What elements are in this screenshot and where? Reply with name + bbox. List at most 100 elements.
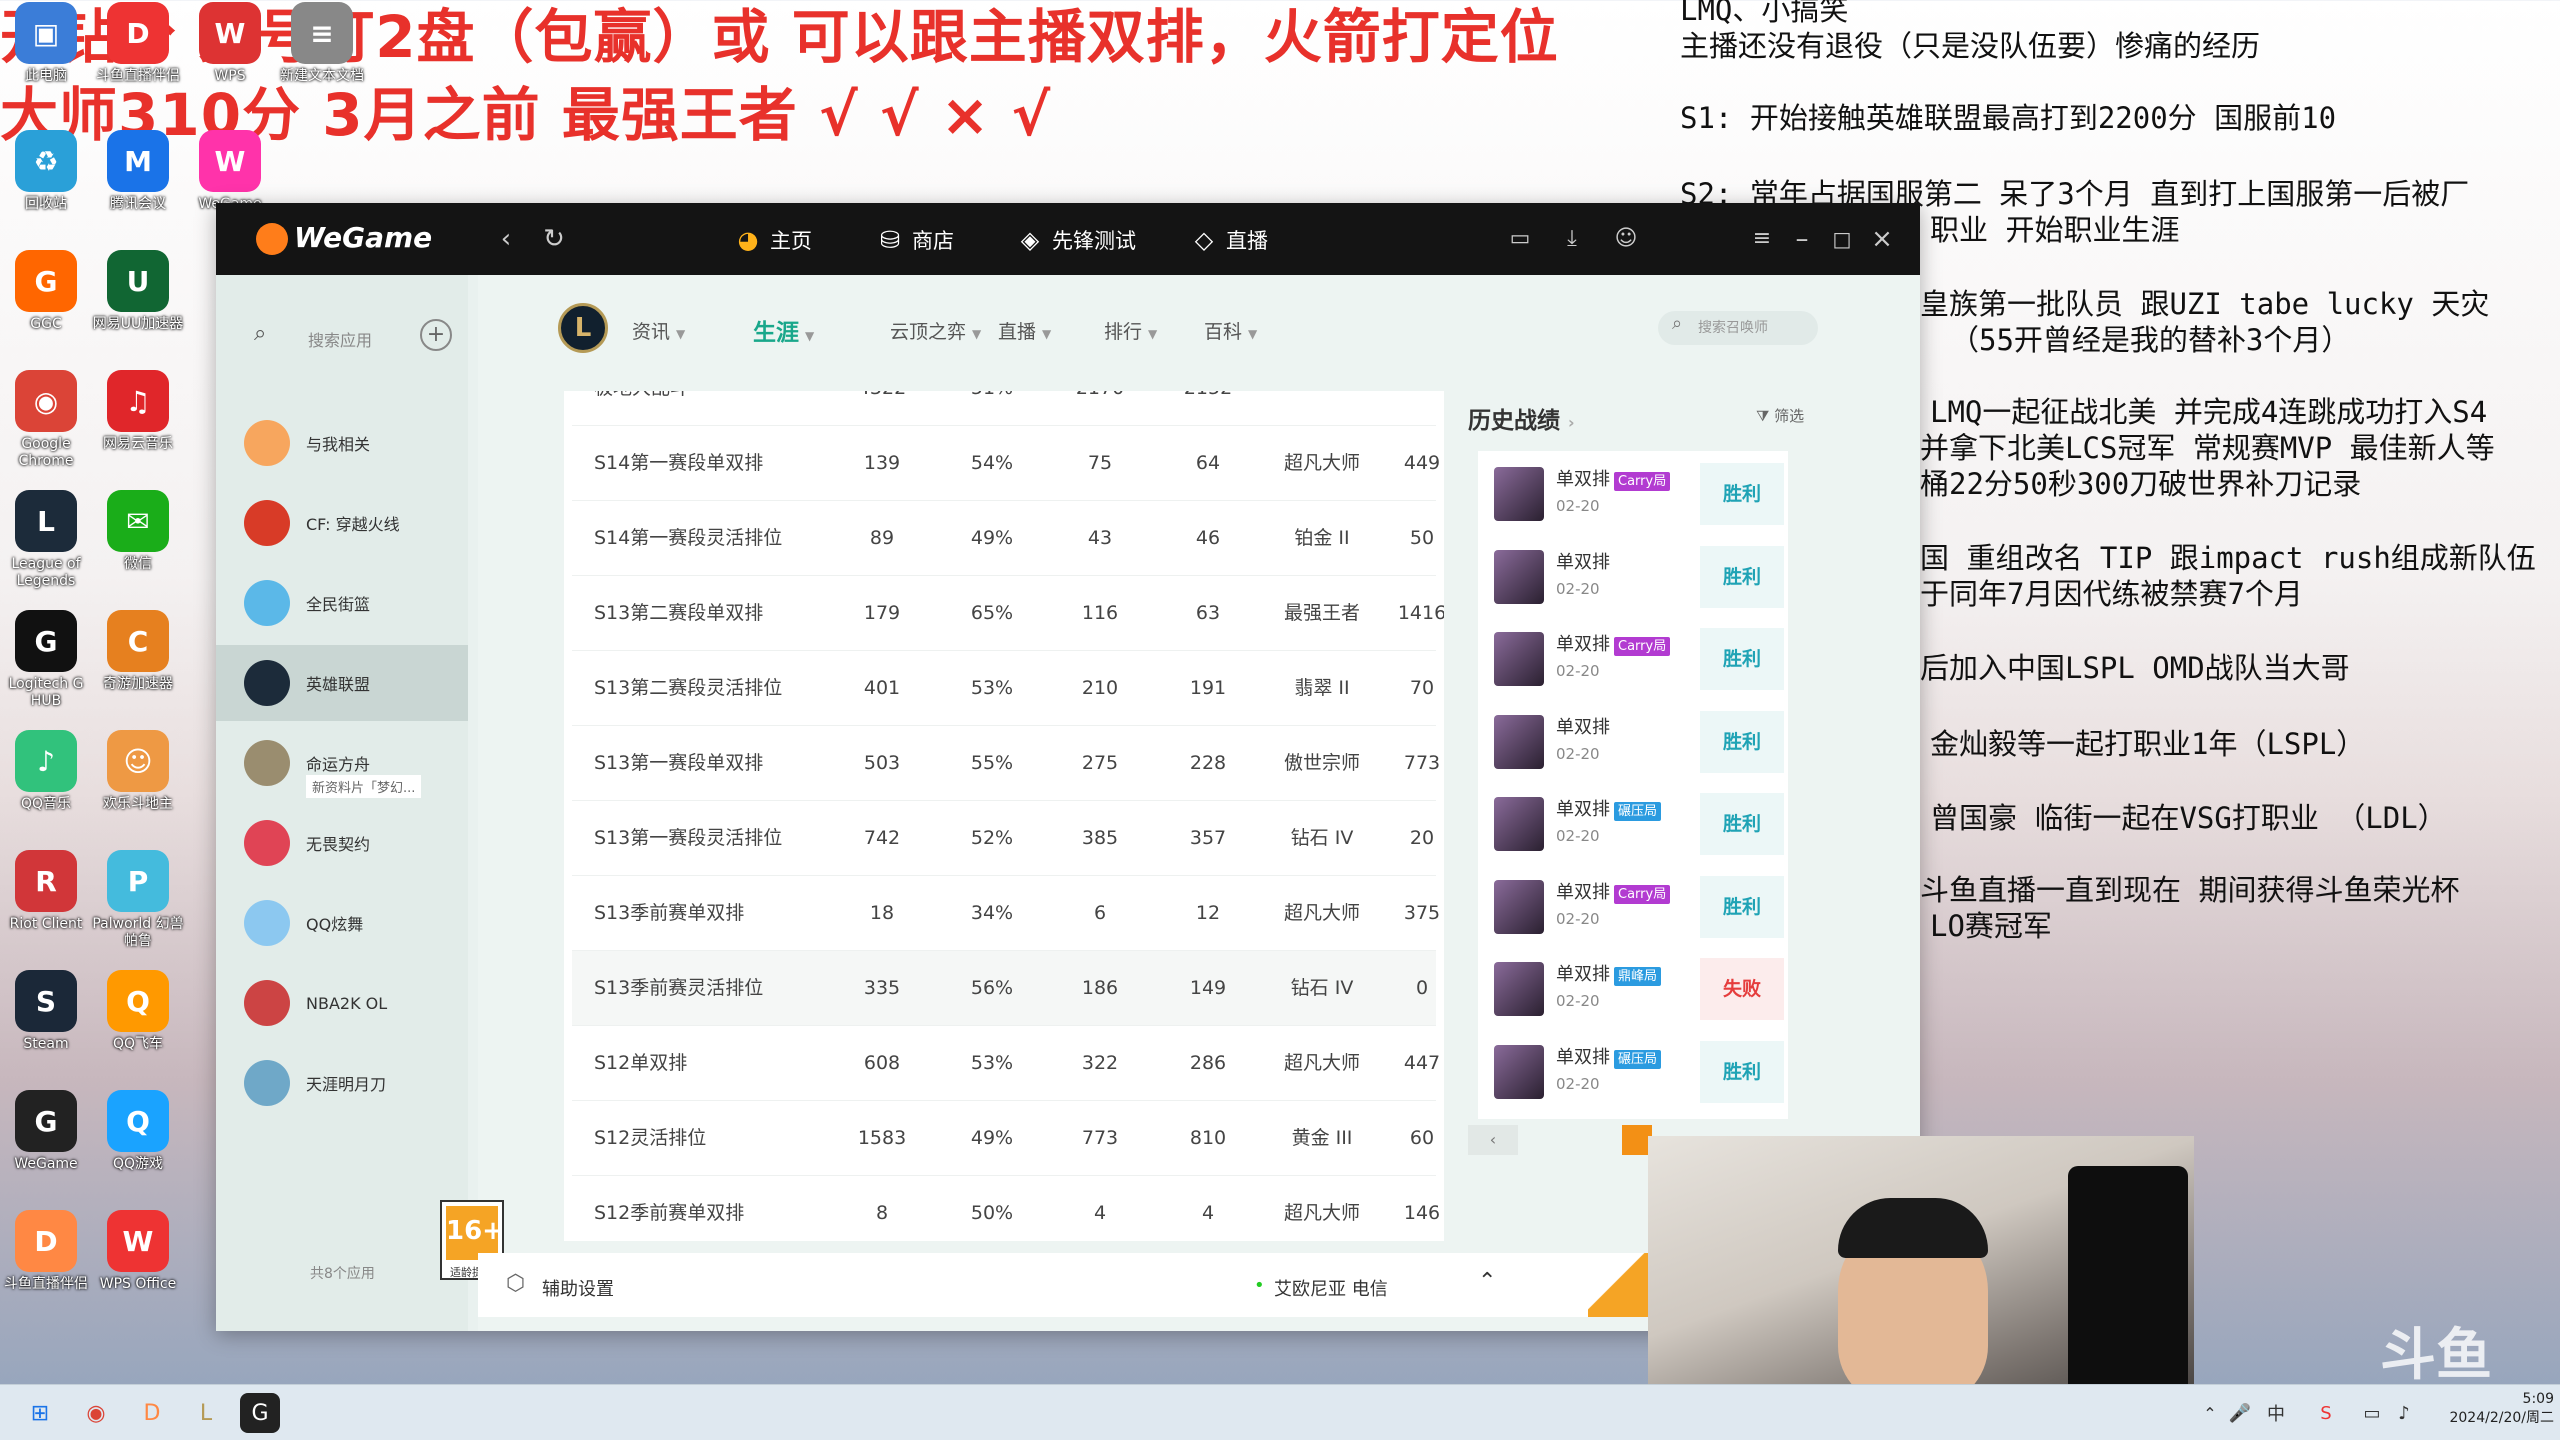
table-row[interactable]: 极地大乱斗432251%21702152---- <box>572 391 1436 426</box>
desktop-icon[interactable]: Q QQ游戏 <box>88 1090 188 1173</box>
history-item[interactable]: 单双排 02-20 胜利 <box>1486 538 1786 616</box>
sidebar-item[interactable]: CF: 穿越火线 <box>216 485 468 561</box>
sidebar-item[interactable]: 英雄联盟 <box>216 645 468 721</box>
nav-store[interactable]: ⛁ 商店 <box>876 225 954 255</box>
table-cell: 超凡大师 <box>1283 452 1360 474</box>
mic-icon[interactable]: 🎤 <box>2220 1393 2260 1433</box>
douyu-icon[interactable]: D <box>132 1393 172 1433</box>
assist-settings-button[interactable]: 辅助设置 <box>542 1275 614 1301</box>
windows-start-icon[interactable]: ⊞ <box>20 1393 60 1433</box>
desktop-icon[interactable]: ♫ 网易云音乐 <box>88 370 188 453</box>
volume-icon[interactable]: ♪ <box>2384 1393 2424 1433</box>
desktop-icon[interactable]: W WPS <box>180 2 280 85</box>
server-name[interactable]: 艾欧尼亚 电信 <box>1274 1275 1388 1301</box>
table-row[interactable]: S12单双排 608 53% 322 286 超凡大师 447 <box>572 1026 1440 1101</box>
game-tab[interactable]: 直播 ▼ <box>998 317 1051 344</box>
lol-icon[interactable]: L <box>186 1393 226 1433</box>
wegame-icon[interactable]: G <box>240 1393 280 1433</box>
folder-icon[interactable]: ▭ <box>1502 221 1538 257</box>
game-tab[interactable]: 生涯 ▼ <box>753 313 814 347</box>
desktop-icon[interactable]: Q QQ飞车 <box>88 970 188 1053</box>
desktop-icon[interactable]: ☺ 欢乐斗地主 <box>88 730 188 813</box>
nav-live[interactable]: ◇ 直播 <box>1190 225 1268 255</box>
history-item[interactable]: 单双排 02-20 胜利 <box>1486 703 1786 781</box>
table-row[interactable]: S13第二赛段单双排 179 65% 116 63 最强王者 1416 <box>572 576 1444 651</box>
game-tab[interactable]: 云顶之弈 ▼ <box>890 317 981 344</box>
desktop-icon[interactable]: R Riot Client <box>0 850 96 933</box>
history-title[interactable]: 历史战绩 › <box>1468 401 1575 435</box>
table-row[interactable]: S14第一赛段灵活排位 89 49% 43 46 铂金 II 50 <box>572 501 1436 576</box>
desktop-icon[interactable]: U 网易UU加速器 <box>88 250 188 333</box>
desktop-icon[interactable]: D 斗鱼直播伴侣 <box>88 2 188 85</box>
nav-home[interactable]: ◕ 主页 <box>734 225 812 255</box>
prev-page-button[interactable]: ‹ <box>1468 1125 1518 1155</box>
launch-button[interactable] <box>1588 1253 1648 1317</box>
history-item[interactable]: 单双排 碾压局 02-20 胜利 <box>1486 785 1786 863</box>
nav-pioneer-test[interactable]: ◈ 先锋测试 <box>1016 225 1136 255</box>
table-cell: -- <box>1252 391 1392 426</box>
chevron-up-icon[interactable]: ⌃ <box>1478 1269 1496 1294</box>
table-row[interactable]: S13第二赛段灵活排位 401 53% 210 191 翡翠 II 70 <box>572 651 1436 726</box>
search-apps-input[interactable]: 搜索应用 <box>308 327 372 351</box>
desktop-icon[interactable]: G Logitech G HUB <box>0 610 96 710</box>
history-item[interactable]: 单双排 碾压局 02-20 胜利 <box>1486 1033 1786 1111</box>
desktop-icon[interactable]: W WPS Office <box>88 1210 188 1293</box>
table-row[interactable]: S14第一赛段单双排 139 54% 75 64 超凡大师 449 <box>572 426 1440 501</box>
app-tray-icon[interactable]: S <box>2306 1393 2346 1433</box>
desktop-icon[interactable]: C 奇游加速器 <box>88 610 188 693</box>
sidebar-item[interactable]: 与我相关 <box>216 405 468 481</box>
game-icon <box>244 980 290 1026</box>
refresh-icon[interactable]: ↻ <box>536 221 572 257</box>
sidebar-item[interactable]: 命运方舟 新资料片「梦幻... <box>216 725 468 801</box>
sidebar-item[interactable]: 天涯明月刀 <box>216 1045 468 1121</box>
sidebar-item[interactable]: 无畏契约 <box>216 805 468 881</box>
table-cell: 186 <box>1081 977 1119 999</box>
avatar[interactable]: ☺ <box>1608 221 1644 257</box>
game-tab[interactable]: 资讯 ▼ <box>632 317 685 344</box>
close-icon[interactable]: × <box>1864 221 1900 257</box>
table-cell: 179 <box>863 602 901 624</box>
desktop-icon[interactable]: M 腾讯会议 <box>88 130 188 213</box>
ime-icon[interactable]: 中 <box>2256 1393 2296 1433</box>
download-icon[interactable]: ⤓ <box>1554 221 1590 257</box>
minimize-icon[interactable]: – <box>1784 221 1820 257</box>
game-tab[interactable]: 百科 ▼ <box>1204 317 1257 344</box>
wegame-logo[interactable]: WeGame <box>256 221 432 255</box>
desktop-icon[interactable]: D 斗鱼直播伴侣 <box>0 1210 96 1293</box>
sidebar-item[interactable]: NBA2K OL <box>216 965 468 1041</box>
sidebar-item[interactable]: QQ炫舞 <box>216 885 468 961</box>
desktop-icon[interactable]: ▣ 此电脑 <box>0 2 96 85</box>
desktop-icon[interactable]: ✉ 微信 <box>88 490 188 573</box>
table-row[interactable]: S12季前赛单双排 8 50% 4 4 超凡大师 146 <box>572 1176 1440 1241</box>
desktop-icon[interactable]: ◉ Google Chrome <box>0 370 96 470</box>
table-row[interactable]: S13季前赛灵活排位 335 56% 186 149 钻石 IV 0 <box>572 951 1436 1026</box>
menu-icon[interactable]: ≡ <box>1744 221 1780 257</box>
chrome-icon[interactable]: ◉ <box>76 1393 116 1433</box>
add-app-icon[interactable]: + <box>420 319 452 351</box>
clock[interactable]: 5:09 2024/2/20/周二 <box>2424 1391 2554 1427</box>
desktop-icon[interactable]: S Steam <box>0 970 96 1053</box>
desktop-icon[interactable]: WWeGame <box>180 130 280 213</box>
table-row[interactable]: S12灵活排位 1583 49% 773 810 黄金 III 60 <box>572 1101 1436 1176</box>
desktop-icon[interactable]: G WeGame <box>0 1090 96 1173</box>
back-arrow-icon[interactable]: ‹ <box>488 221 524 257</box>
game-tab[interactable]: 排行 ▼ <box>1104 317 1157 344</box>
desktop-icon[interactable]: G GGC <box>0 250 96 333</box>
desktop-icon[interactable]: P Palworld 幻兽帕鲁 <box>88 850 188 950</box>
fate-update-badge[interactable]: 新资料片「梦幻... <box>306 775 422 798</box>
history-item[interactable]: 单双排 Carry局 02-20 胜利 <box>1486 868 1786 946</box>
table-row[interactable]: S13季前赛单双排 18 34% 6 12 超凡大师 375 <box>572 876 1440 951</box>
history-item[interactable]: 单双排 Carry局 02-20 胜利 <box>1486 455 1786 533</box>
desktop-icon[interactable]: L League of Legends <box>0 490 96 590</box>
table-row[interactable]: S13第一赛段灵活排位 742 52% 385 357 钻石 IV 20 <box>572 801 1436 876</box>
filter-button[interactable]: ⧩ 筛选 <box>1756 405 1804 426</box>
table-row[interactable]: S13第一赛段单双排 503 55% 275 228 傲世宗师 773 <box>572 726 1440 801</box>
desktop-icon[interactable]: ♻ 回收站 <box>0 130 96 213</box>
history-item[interactable]: 单双排 Carry局 02-20 胜利 <box>1486 620 1786 698</box>
sidebar-item[interactable]: 全民街篮 <box>216 565 468 641</box>
desktop-icon[interactable]: ♪ QQ音乐 <box>0 730 96 813</box>
desktop-icon[interactable]: ≡ 新建文本文档 <box>272 2 372 85</box>
history-item[interactable]: 单双排 鼎峰局 02-20 失败 <box>1486 950 1786 1028</box>
table-cell: 191 <box>1189 677 1227 699</box>
maximize-icon[interactable]: □ <box>1824 221 1860 257</box>
